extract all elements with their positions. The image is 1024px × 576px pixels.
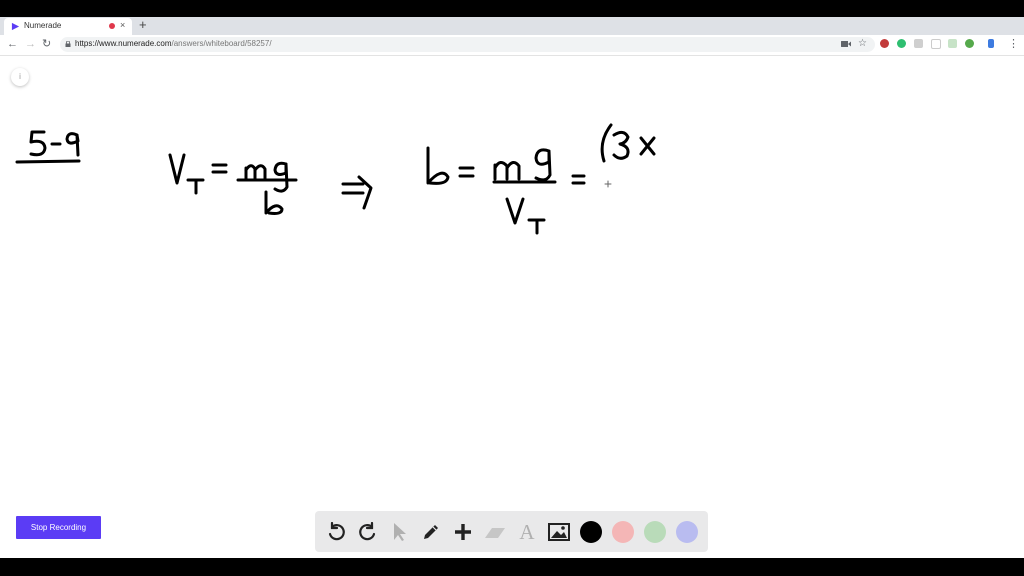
add-icon[interactable] bbox=[451, 520, 475, 544]
color-swatch-black[interactable] bbox=[580, 521, 602, 543]
text-icon[interactable]: A bbox=[515, 520, 539, 544]
cursor-crosshair-icon bbox=[604, 180, 612, 188]
stop-recording-button[interactable]: Stop Recording bbox=[16, 516, 101, 539]
color-swatch-lavender[interactable] bbox=[676, 521, 698, 543]
image-icon[interactable] bbox=[547, 520, 571, 544]
drag-coefficient-formula bbox=[426, 123, 656, 235]
implies-arrow bbox=[341, 175, 373, 210]
redo-icon[interactable] bbox=[356, 520, 380, 544]
problem-number-handwriting bbox=[15, 130, 81, 164]
pen-icon[interactable] bbox=[419, 520, 443, 544]
color-swatch-pink[interactable] bbox=[612, 521, 634, 543]
whiteboard-canvas[interactable] bbox=[0, 17, 1024, 558]
terminal-velocity-formula bbox=[168, 153, 298, 215]
whiteboard-toolbar: A bbox=[315, 511, 708, 552]
undo-icon[interactable] bbox=[324, 520, 348, 544]
color-swatch-green[interactable] bbox=[644, 521, 666, 543]
select-icon[interactable] bbox=[387, 520, 411, 544]
screen: Numerade × + ← → ↻ https://www.numerade.… bbox=[0, 17, 1024, 558]
eraser-icon[interactable] bbox=[483, 520, 507, 544]
